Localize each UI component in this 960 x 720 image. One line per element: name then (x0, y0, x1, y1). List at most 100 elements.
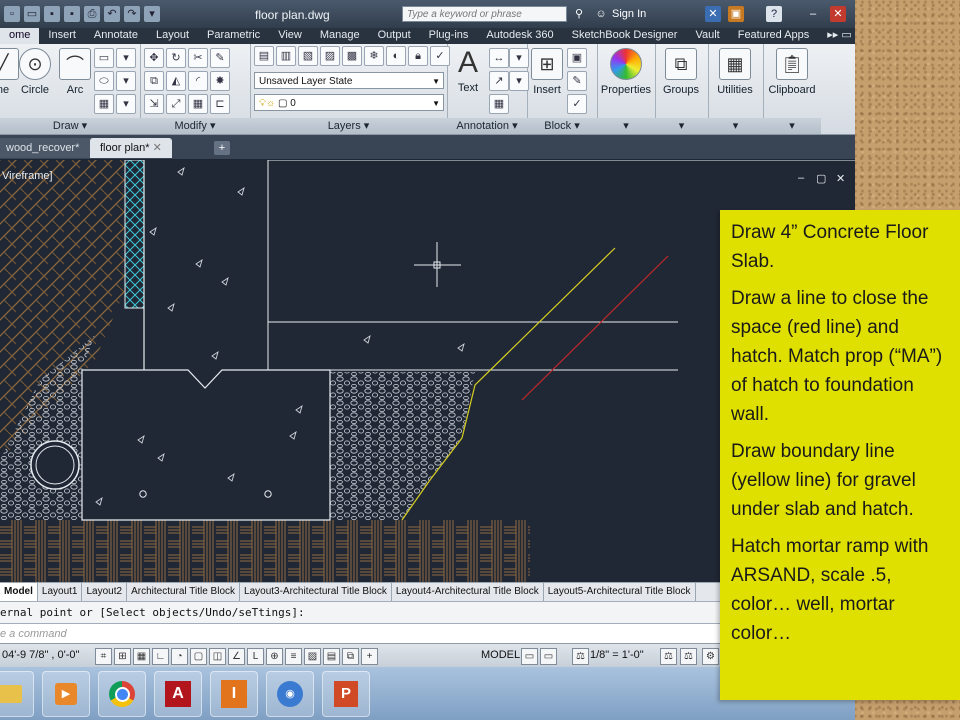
layer-off-icon[interactable]: ◐ (386, 46, 406, 66)
close-icon[interactable]: ✕ (830, 6, 846, 22)
quick-properties-icon[interactable]: ▤ (323, 648, 340, 665)
dropdown-arrow-icon[interactable]: ▾ (509, 48, 529, 68)
block-panel-title[interactable]: Block ▾ (527, 118, 597, 134)
explode-icon[interactable]: ✸ (210, 71, 230, 91)
powerpoint-icon[interactable]: P (322, 671, 370, 717)
infer-constraints-icon[interactable]: ⌗ (95, 648, 112, 665)
tab-parametric[interactable]: Parametric (198, 28, 269, 44)
modify-panel-title[interactable]: Modify ▾ (140, 118, 250, 134)
layer-state-dropdown[interactable]: Unsaved Layer State ▼ (254, 72, 444, 89)
layout-tab-layout3[interactable]: Layout3-Architectural Title Block (240, 583, 392, 601)
groups-expand[interactable]: ▾ (655, 118, 708, 134)
layer-unisolate-icon[interactable]: ▩ (342, 46, 362, 66)
lineweight-icon[interactable]: ≡ (285, 648, 302, 665)
layer-isolate-icon[interactable]: ▨ (320, 46, 340, 66)
minimize-icon[interactable]: – (805, 6, 821, 22)
insert-button[interactable]: ⊞ Insert (529, 48, 565, 96)
arc-button[interactable]: ⌒ Arc (58, 48, 92, 96)
erase-icon[interactable]: ✎ (210, 48, 230, 68)
more-tabs-icon[interactable]: ▸▸ ▭ ▾ (818, 28, 855, 44)
redo-icon[interactable]: ↷ (124, 6, 140, 22)
tab-sketchbook-designer[interactable]: SketchBook Designer (563, 28, 687, 44)
annotation-monitor-icon[interactable]: + (361, 648, 378, 665)
open-folder-icon[interactable]: ▭ (24, 6, 40, 22)
viewport-restore-icon[interactable]: ▢ (816, 172, 826, 185)
workspace-dropdown-icon[interactable]: ▾ (144, 6, 160, 22)
tab-view[interactable]: View (269, 28, 311, 44)
search-input[interactable]: Type a keyword or phrase (402, 6, 567, 22)
viewport-minimize-icon[interactable]: – (798, 172, 804, 184)
dropdown-arrow-icon[interactable]: ▾ (116, 48, 136, 68)
grid-display-icon[interactable]: ▦ (133, 648, 150, 665)
annotation-scale[interactable]: 1/8" = 1'-0" (590, 649, 644, 661)
autocad-icon[interactable]: A (154, 671, 202, 717)
layer-dropdown[interactable]: 💡︎☼ ▢ 0 ▼ (254, 94, 444, 111)
undo-icon[interactable]: ↶ (104, 6, 120, 22)
groups-button[interactable]: ⧉ Groups (657, 48, 705, 96)
tab-autodesk-360[interactable]: Autodesk 360 (477, 28, 562, 44)
leader-icon[interactable]: ↗ (489, 71, 509, 91)
dropdown-arrow-icon[interactable]: ▾ (509, 71, 529, 91)
tab-output[interactable]: Output (369, 28, 420, 44)
media-player-icon[interactable]: ▶ (42, 671, 90, 717)
user-icon[interactable]: ☺ (593, 6, 609, 22)
tab-manage[interactable]: Manage (311, 28, 369, 44)
layout-tab-layout5[interactable]: Layout5-Architectural Title Block (544, 583, 696, 601)
tab-vault[interactable]: Vault (686, 28, 728, 44)
store-icon[interactable]: ▣ (728, 6, 744, 22)
line-button[interactable]: ╱ ne (0, 48, 20, 96)
transparency-icon[interactable]: ▨ (304, 648, 321, 665)
new-file-icon[interactable]: ▫ (4, 6, 20, 22)
dropdown-arrow-icon[interactable]: ▾ (116, 94, 136, 114)
draw-panel-title[interactable]: Draw ▾ (0, 118, 140, 134)
tab-layout[interactable]: Layout (147, 28, 198, 44)
layer-properties-icon[interactable]: ▤ (254, 46, 274, 66)
auto-scale-icon[interactable]: ⚖ (680, 648, 697, 665)
doc-tab-wood-recover[interactable]: wood_recover* (0, 138, 96, 158)
fillet-icon[interactable]: ◜ (188, 71, 208, 91)
snap-mode-icon[interactable]: ⊞ (114, 648, 131, 665)
model-space-toggle[interactable]: MODEL (481, 649, 520, 661)
clipboard-expand[interactable]: ▾ (763, 118, 821, 134)
workspace-switching-icon[interactable]: ⚙ (702, 648, 719, 665)
tab-plug-ins[interactable]: Plug-ins (420, 28, 478, 44)
layout-tab-layout4[interactable]: Layout4-Architectural Title Block (392, 583, 544, 601)
hatch-icon[interactable]: ▦ (94, 94, 114, 114)
ellipse-icon[interactable]: ⬭ (94, 71, 114, 91)
rectangle-icon[interactable]: ▭ (94, 48, 114, 68)
move-icon[interactable]: ✥ (144, 48, 164, 68)
print-icon[interactable]: ⎙ (84, 6, 100, 22)
viewer-icon[interactable]: ◉ (266, 671, 314, 717)
annotation-scale-icon[interactable]: ⚖ (572, 648, 589, 665)
exchange-icon[interactable]: ✕ (705, 6, 721, 22)
layout-tab-layout1[interactable]: Layout1 (38, 583, 83, 601)
properties-button[interactable]: Properties (599, 48, 653, 96)
quick-view-layouts-icon[interactable]: ▭ (521, 648, 538, 665)
object-snap-icon[interactable]: ▢ (190, 648, 207, 665)
copy-icon[interactable]: ⧉ (144, 71, 164, 91)
mirror-icon[interactable]: ◭ (166, 71, 186, 91)
annotation-visibility-icon[interactable]: ⚖ (660, 648, 677, 665)
clipboard-button[interactable]: 📋︎ Clipboard (765, 48, 819, 96)
properties-expand[interactable]: ▾ (597, 118, 655, 134)
text-button[interactable]: A Text (453, 46, 483, 94)
doc-tab-floor-plan[interactable]: floor plan* ✕ (90, 138, 172, 158)
dimension-icon[interactable]: ↔ (489, 48, 509, 68)
otrack-icon[interactable]: ∠ (228, 648, 245, 665)
utilities-button[interactable]: ▦ Utilities (710, 48, 760, 96)
viewport-label[interactable]: Vireframe] (2, 170, 53, 182)
edit-block-icon[interactable]: ✎ (567, 71, 587, 91)
dropdown-arrow-icon[interactable]: ▾ (116, 71, 136, 91)
help-icon[interactable]: ? (766, 6, 782, 22)
inventor-icon[interactable]: I (210, 671, 258, 717)
sign-in-link[interactable]: Sign In (612, 8, 646, 20)
save-as-icon[interactable]: ▪ (64, 6, 80, 22)
layers-panel-title[interactable]: Layers ▾ (250, 118, 447, 134)
dynamic-input-icon[interactable]: ⊕ (266, 648, 283, 665)
layout-tab-architectural-title-block[interactable]: Architectural Title Block (127, 583, 241, 601)
chrome-icon[interactable] (98, 671, 146, 717)
array-icon[interactable]: ▦ (188, 94, 208, 114)
quick-view-drawings-icon[interactable]: ▭ (540, 648, 557, 665)
annotation-panel-title[interactable]: Annotation ▾ (447, 118, 527, 134)
selection-cycling-icon[interactable]: ⧉ (342, 648, 359, 665)
